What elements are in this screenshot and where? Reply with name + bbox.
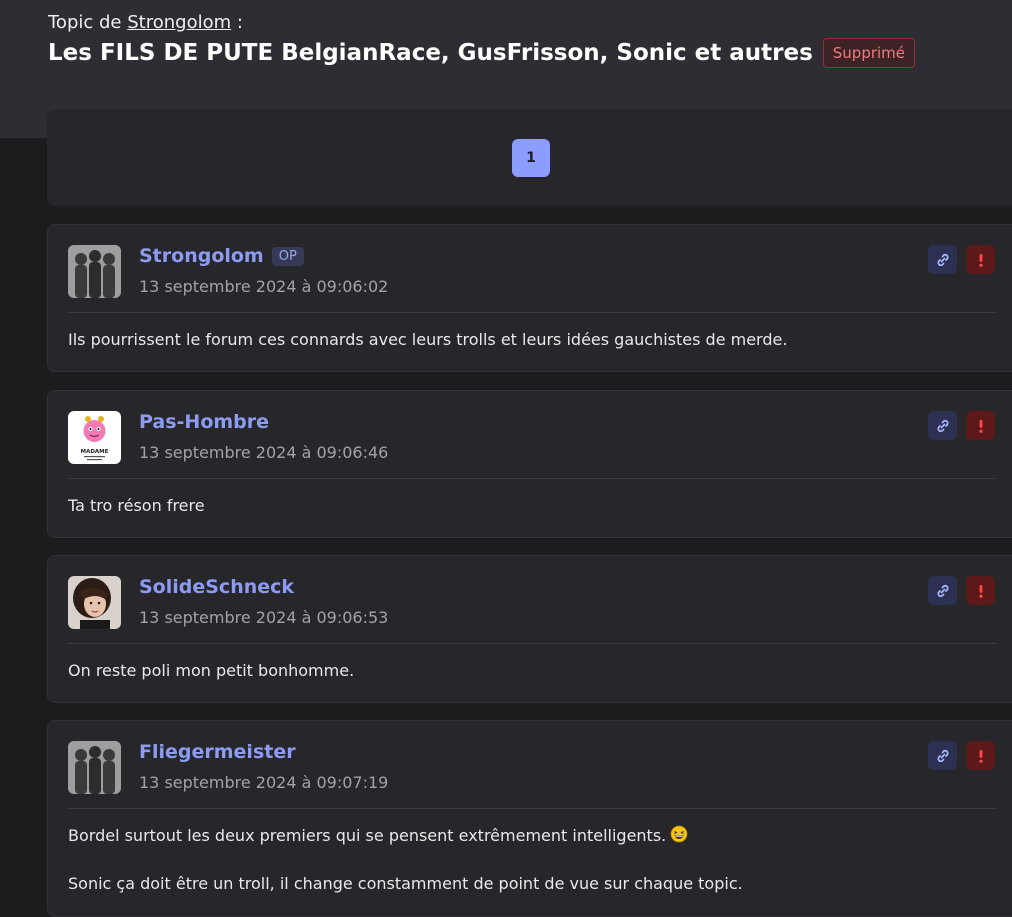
permalink-button[interactable]: [928, 576, 957, 605]
permalink-button[interactable]: [928, 411, 957, 440]
post-divider: [68, 312, 996, 313]
author-name[interactable]: Strongolom OP: [139, 245, 304, 267]
exclamation-icon: [978, 419, 983, 433]
silhouettes-avatar[interactable]: [68, 245, 121, 298]
report-button[interactable]: [966, 741, 995, 770]
post-paragraph: On reste poli mon petit bonhomme.: [68, 661, 355, 680]
status-badge: Supprimé: [822, 38, 916, 68]
post-card: Strongolom OP 13 septembre 2024 à 09:06:…: [47, 224, 1012, 372]
report-button[interactable]: [966, 576, 995, 605]
topic-prefix: Topic de: [48, 12, 122, 33]
post-date: 13 septembre 2024 à 09:06:46: [139, 443, 389, 462]
post-date: 13 septembre 2024 à 09:06:53: [139, 608, 389, 627]
link-icon: [936, 253, 949, 266]
post-paragraph: Ils pourrissent le forum ces connards av…: [68, 330, 788, 349]
post-actions: [928, 741, 995, 770]
author-name[interactable]: Fliegermeister: [139, 741, 296, 763]
post-divider: [68, 643, 996, 644]
link-icon: [936, 584, 949, 597]
topic-author-link[interactable]: Strongolom: [127, 12, 231, 33]
author-name[interactable]: Pas-Hombre: [139, 411, 269, 433]
exclamation-icon: [978, 749, 983, 763]
post-card: SolideSchneck 13 septembre 2024 à 09:06:…: [47, 555, 1012, 703]
pink-character-avatar[interactable]: MADAME: [68, 411, 121, 464]
post-body: Ils pourrissent le forum ces connards av…: [68, 329, 988, 351]
exclamation-icon: [978, 253, 983, 267]
report-button[interactable]: [966, 411, 995, 440]
link-icon: [936, 749, 949, 762]
author-name[interactable]: SolideSchneck: [139, 576, 294, 598]
laughing-emoji-icon: [670, 825, 688, 849]
post-actions: [928, 245, 995, 274]
silhouettes-avatar[interactable]: [68, 741, 121, 794]
post-divider: [68, 478, 996, 479]
report-button[interactable]: [966, 245, 995, 274]
permalink-button[interactable]: [928, 245, 957, 274]
post-paragraph: Bordel surtout les deux premiers qui se …: [68, 825, 988, 849]
post-paragraph: Sonic ça doit être un troll, il change c…: [68, 874, 743, 893]
post-actions: [928, 411, 995, 440]
post-body: Bordel surtout les deux premiers qui se …: [68, 825, 988, 895]
post-paragraph: Ta tro réson frere: [68, 496, 205, 515]
post-actions: [928, 576, 995, 605]
photo-avatar[interactable]: [68, 576, 121, 629]
post-body: Ta tro réson frere: [68, 495, 988, 517]
topic-suffix: :: [236, 12, 243, 33]
topic-title-row: Les FILS DE PUTE BelgianRace, GusFrisson…: [48, 38, 916, 68]
topic-title: Les FILS DE PUTE BelgianRace, GusFrisson…: [48, 40, 813, 66]
post-divider: [68, 808, 996, 809]
pagination: 1: [47, 109, 1012, 206]
page-button-1[interactable]: 1: [512, 139, 550, 177]
op-badge: OP: [271, 246, 304, 266]
topic-author-line: Topic de Strongolom :: [48, 12, 243, 33]
post-date: 13 septembre 2024 à 09:07:19: [139, 773, 389, 792]
post-date: 13 septembre 2024 à 09:06:02: [139, 277, 389, 296]
post-card: MADAME Pas-Hombre 13 septembre 2024 à 09…: [47, 390, 1012, 538]
post-body: On reste poli mon petit bonhomme.: [68, 660, 988, 682]
link-icon: [936, 419, 949, 432]
post-card: Fliegermeister 13 septembre 2024 à 09:07…: [47, 720, 1012, 917]
permalink-button[interactable]: [928, 741, 957, 770]
avatar-caption: MADAME: [81, 449, 109, 455]
exclamation-icon: [978, 584, 983, 598]
